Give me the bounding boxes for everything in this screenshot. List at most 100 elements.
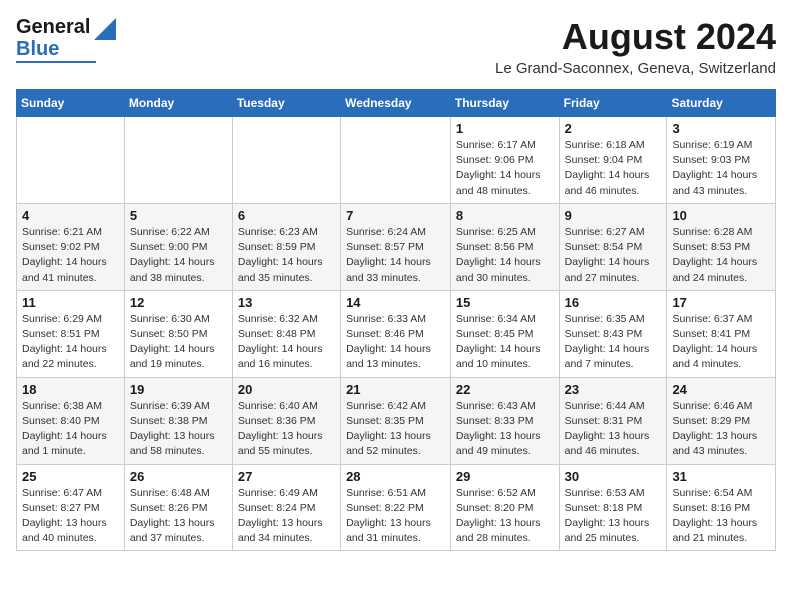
calendar-cell: 20 Sunrise: 6:40 AM Sunset: 8:36 PM Dayli…	[232, 377, 340, 464]
day-number: 26	[130, 469, 227, 484]
day-info: Sunrise: 6:53 AM Sunset: 8:18 PM Dayligh…	[565, 486, 662, 547]
day-number: 3	[672, 121, 770, 136]
calendar-cell: 14Sunrise: 6:33 AM Sunset: 8:46 PM Dayli…	[341, 290, 451, 377]
day-info: Sunrise: 6:23 AM Sunset: 8:59 PM Dayligh…	[238, 225, 335, 286]
calendar-cell	[341, 117, 451, 204]
day-number: 25	[22, 469, 119, 484]
col-header-sunday: Sunday	[17, 90, 125, 117]
day-info: Sunrise: 6:51 AM Sunset: 8:22 PM Dayligh…	[346, 486, 445, 547]
calendar-cell: 11Sunrise: 6:29 AM Sunset: 8:51 PM Dayli…	[17, 290, 125, 377]
calendar-cell: 7 Sunrise: 6:24 AM Sunset: 8:57 PM Daylig…	[341, 203, 451, 290]
day-number: 17	[672, 295, 770, 310]
col-header-friday: Friday	[559, 90, 667, 117]
calendar-cell: 26 Sunrise: 6:48 AM Sunset: 8:26 PM Dayli…	[124, 464, 232, 551]
day-number: 16	[565, 295, 662, 310]
calendar-cell: 13Sunrise: 6:32 AM Sunset: 8:48 PM Dayli…	[232, 290, 340, 377]
calendar-cell: 27 Sunrise: 6:49 AM Sunset: 8:24 PM Dayli…	[232, 464, 340, 551]
calendar-cell: 12 Sunrise: 6:30 AM Sunset: 8:50 PM Dayli…	[124, 290, 232, 377]
day-info: Sunrise: 6:39 AM Sunset: 8:38 PM Dayligh…	[130, 399, 227, 460]
calendar-cell: 29 Sunrise: 6:52 AM Sunset: 8:20 PM Dayli…	[450, 464, 559, 551]
day-number: 1	[456, 121, 554, 136]
calendar-cell: 31Sunrise: 6:54 AM Sunset: 8:16 PM Dayli…	[667, 464, 776, 551]
day-number: 8	[456, 208, 554, 223]
day-info: Sunrise: 6:35 AM Sunset: 8:43 PM Dayligh…	[565, 312, 662, 373]
calendar-cell: 30 Sunrise: 6:53 AM Sunset: 8:18 PM Dayli…	[559, 464, 667, 551]
day-info: Sunrise: 6:24 AM Sunset: 8:57 PM Dayligh…	[346, 225, 445, 286]
day-number: 21	[346, 382, 445, 397]
calendar-cell: 1 Sunrise: 6:17 AM Sunset: 9:06 PM Daylig…	[450, 117, 559, 204]
day-number: 9	[565, 208, 662, 223]
day-number: 15	[456, 295, 554, 310]
day-number: 14	[346, 295, 445, 310]
calendar-cell	[124, 117, 232, 204]
day-info: Sunrise: 6:25 AM Sunset: 8:56 PM Dayligh…	[456, 225, 554, 286]
day-number: 4	[22, 208, 119, 223]
day-info: Sunrise: 6:34 AM Sunset: 8:45 PM Dayligh…	[456, 312, 554, 373]
calendar-cell: 22 Sunrise: 6:43 AM Sunset: 8:33 PM Dayli…	[450, 377, 559, 464]
title-block: August 2024 Le Grand-Saconnex, Geneva, S…	[495, 16, 776, 77]
calendar-cell: 8 Sunrise: 6:25 AM Sunset: 8:56 PM Daylig…	[450, 203, 559, 290]
day-info: Sunrise: 6:22 AM Sunset: 9:00 PM Dayligh…	[130, 225, 227, 286]
calendar-cell: 5 Sunrise: 6:22 AM Sunset: 9:00 PM Daylig…	[124, 203, 232, 290]
logo-general: General	[16, 16, 90, 38]
day-info: Sunrise: 6:47 AM Sunset: 8:27 PM Dayligh…	[22, 486, 119, 547]
calendar-cell: 4 Sunrise: 6:21 AM Sunset: 9:02 PM Daylig…	[17, 203, 125, 290]
day-info: Sunrise: 6:42 AM Sunset: 8:35 PM Dayligh…	[346, 399, 445, 460]
day-info: Sunrise: 6:52 AM Sunset: 8:20 PM Dayligh…	[456, 486, 554, 547]
day-info: Sunrise: 6:29 AM Sunset: 8:51 PM Dayligh…	[22, 312, 119, 373]
calendar-cell: 3 Sunrise: 6:19 AM Sunset: 9:03 PM Daylig…	[667, 117, 776, 204]
day-number: 12	[130, 295, 227, 310]
calendar-cell: 21 Sunrise: 6:42 AM Sunset: 8:35 PM Dayli…	[341, 377, 451, 464]
day-number: 13	[238, 295, 335, 310]
month-year-title: August 2024	[495, 16, 776, 58]
day-info: Sunrise: 6:27 AM Sunset: 8:54 PM Dayligh…	[565, 225, 662, 286]
calendar-cell: 23Sunrise: 6:44 AM Sunset: 8:31 PM Dayli…	[559, 377, 667, 464]
day-info: Sunrise: 6:44 AM Sunset: 8:31 PM Dayligh…	[565, 399, 662, 460]
day-info: Sunrise: 6:49 AM Sunset: 8:24 PM Dayligh…	[238, 486, 335, 547]
day-number: 2	[565, 121, 662, 136]
col-header-thursday: Thursday	[450, 90, 559, 117]
day-info: Sunrise: 6:48 AM Sunset: 8:26 PM Dayligh…	[130, 486, 227, 547]
calendar-cell: 18 Sunrise: 6:38 AM Sunset: 8:40 PM Dayli…	[17, 377, 125, 464]
day-number: 22	[456, 382, 554, 397]
calendar-cell: 2Sunrise: 6:18 AM Sunset: 9:04 PM Daylig…	[559, 117, 667, 204]
col-header-tuesday: Tuesday	[232, 90, 340, 117]
calendar-cell: 16 Sunrise: 6:35 AM Sunset: 8:43 PM Dayli…	[559, 290, 667, 377]
day-number: 24	[672, 382, 770, 397]
calendar-cell: 17 Sunrise: 6:37 AM Sunset: 8:41 PM Dayli…	[667, 290, 776, 377]
day-info: Sunrise: 6:28 AM Sunset: 8:53 PM Dayligh…	[672, 225, 770, 286]
calendar-cell: 10 Sunrise: 6:28 AM Sunset: 8:53 PM Dayli…	[667, 203, 776, 290]
day-number: 5	[130, 208, 227, 223]
day-number: 18	[22, 382, 119, 397]
col-header-saturday: Saturday	[667, 90, 776, 117]
logo-arrow-icon	[94, 18, 116, 40]
day-number: 27	[238, 469, 335, 484]
col-header-wednesday: Wednesday	[341, 90, 451, 117]
day-info: Sunrise: 6:38 AM Sunset: 8:40 PM Dayligh…	[22, 399, 119, 460]
day-info: Sunrise: 6:43 AM Sunset: 8:33 PM Dayligh…	[456, 399, 554, 460]
logo-blue: Blue	[16, 38, 90, 60]
day-number: 6	[238, 208, 335, 223]
calendar-cell	[232, 117, 340, 204]
day-info: Sunrise: 6:19 AM Sunset: 9:03 PM Dayligh…	[672, 138, 770, 199]
location-subtitle: Le Grand-Saconnex, Geneva, Switzerland	[495, 60, 776, 77]
calendar-cell: 19Sunrise: 6:39 AM Sunset: 8:38 PM Dayli…	[124, 377, 232, 464]
day-number: 10	[672, 208, 770, 223]
day-info: Sunrise: 6:40 AM Sunset: 8:36 PM Dayligh…	[238, 399, 335, 460]
calendar-cell: 25 Sunrise: 6:47 AM Sunset: 8:27 PM Dayli…	[17, 464, 125, 551]
day-info: Sunrise: 6:37 AM Sunset: 8:41 PM Dayligh…	[672, 312, 770, 373]
day-number: 30	[565, 469, 662, 484]
logo-underline	[16, 61, 96, 63]
day-number: 20	[238, 382, 335, 397]
day-number: 7	[346, 208, 445, 223]
calendar-cell: 15 Sunrise: 6:34 AM Sunset: 8:45 PM Dayli…	[450, 290, 559, 377]
calendar-cell: 28Sunrise: 6:51 AM Sunset: 8:22 PM Dayli…	[341, 464, 451, 551]
day-info: Sunrise: 6:21 AM Sunset: 9:02 PM Dayligh…	[22, 225, 119, 286]
day-info: Sunrise: 6:17 AM Sunset: 9:06 PM Dayligh…	[456, 138, 554, 199]
day-number: 29	[456, 469, 554, 484]
calendar-cell: 9 Sunrise: 6:27 AM Sunset: 8:54 PM Daylig…	[559, 203, 667, 290]
calendar-cell: 24 Sunrise: 6:46 AM Sunset: 8:29 PM Dayli…	[667, 377, 776, 464]
day-info: Sunrise: 6:30 AM Sunset: 8:50 PM Dayligh…	[130, 312, 227, 373]
day-info: Sunrise: 6:46 AM Sunset: 8:29 PM Dayligh…	[672, 399, 770, 460]
day-number: 31	[672, 469, 770, 484]
